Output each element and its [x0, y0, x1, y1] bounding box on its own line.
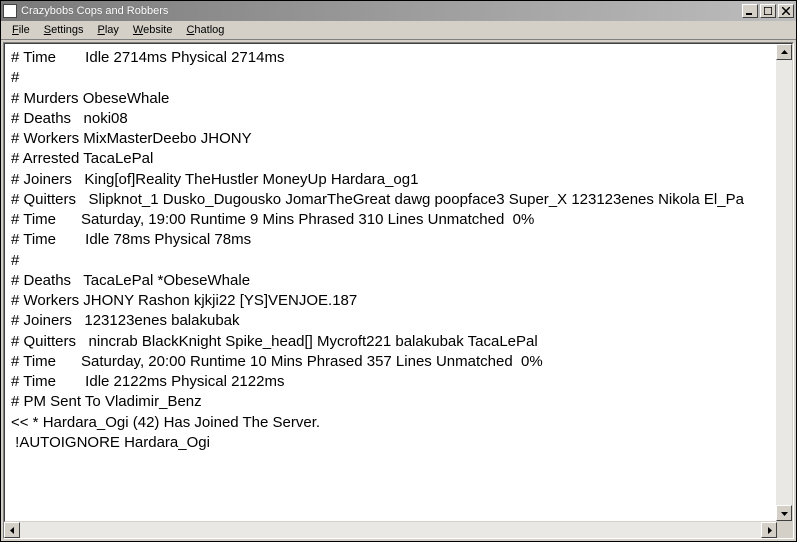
menubar: File Settings Play Website Chatlog: [1, 21, 796, 40]
menu-label: lay: [105, 24, 119, 36]
titlebar-buttons: [740, 4, 794, 18]
horizontal-scrollbar[interactable]: [4, 522, 777, 538]
menu-settings[interactable]: Settings: [37, 22, 91, 38]
hscroll-row: [4, 522, 793, 538]
log-line: # Time Saturday, 19:00 Runtime 9 Mins Ph…: [11, 210, 770, 230]
menu-label: ebsite: [143, 24, 172, 36]
log-line: # Quitters nincrab BlackKnight Spike_hea…: [11, 332, 770, 352]
scroll-left-button[interactable]: [4, 522, 20, 538]
maximize-button[interactable]: [760, 4, 776, 18]
log-line: #: [11, 251, 770, 271]
chevron-down-icon: [781, 510, 788, 517]
log-line: # Workers JHONY Rashon kjkji22 [YS]VENJO…: [11, 291, 770, 311]
window-title: Crazybobs Cops and Robbers: [21, 5, 740, 17]
log-line: !AUTOIGNORE Hardara_Ogi: [11, 433, 770, 453]
log-line: # Deaths noki08: [11, 109, 770, 129]
log-line: # Time Idle 2122ms Physical 2122ms: [11, 372, 770, 392]
log-line: # Joiners King[of]Reality TheHustler Mon…: [11, 170, 770, 190]
content-inner: # Time Idle 2714ms Physical 2714ms## Mur…: [4, 43, 793, 522]
menu-label: hatlog: [194, 24, 224, 36]
log-line: # Workers MixMasterDeebo JHONY: [11, 129, 770, 149]
log-line: # Murders ObeseWhale: [11, 89, 770, 109]
log-line: # Time Idle 78ms Physical 78ms: [11, 230, 770, 250]
scroll-right-button[interactable]: [761, 522, 777, 538]
log-line: # Quitters Slipknot_1 Dusko_Dugousko Jom…: [11, 190, 770, 210]
menu-play[interactable]: Play: [91, 22, 126, 38]
content-frame: # Time Idle 2714ms Physical 2714ms## Mur…: [3, 42, 794, 539]
titlebar: Crazybobs Cops and Robbers: [1, 1, 796, 21]
log-line: # PM Sent To Vladimir_Benz: [11, 392, 770, 412]
log-line: << * Hardara_Ogi (42) Has Joined The Ser…: [11, 413, 770, 433]
scroll-down-button[interactable]: [776, 505, 792, 521]
menu-file[interactable]: File: [5, 22, 37, 38]
app-window: Crazybobs Cops and Robbers File Settings…: [0, 0, 797, 542]
close-icon: [782, 7, 790, 15]
menu-label: ettings: [51, 24, 83, 36]
chevron-left-icon: [9, 527, 16, 534]
scroll-up-button[interactable]: [776, 44, 792, 60]
minimize-icon: [746, 7, 754, 15]
log-line: # Time Saturday, 20:00 Runtime 10 Mins P…: [11, 352, 770, 372]
vscroll-track[interactable]: [776, 60, 792, 505]
log-line: # Deaths TacaLePal *ObeseWhale: [11, 271, 770, 291]
log-line: # Arrested TacaLePal: [11, 149, 770, 169]
close-button[interactable]: [778, 4, 794, 18]
chevron-up-icon: [781, 49, 788, 56]
size-grip[interactable]: [777, 522, 793, 538]
log-line: # Joiners 123123enes balakubak: [11, 311, 770, 331]
minimize-button[interactable]: [742, 4, 758, 18]
hscroll-track[interactable]: [20, 522, 761, 538]
log-line: # Time Idle 2714ms Physical 2714ms: [11, 48, 770, 68]
menu-label: ile: [19, 24, 30, 36]
app-icon: [3, 4, 17, 18]
menu-chatlog[interactable]: Chatlog: [179, 22, 231, 38]
chevron-right-icon: [766, 527, 773, 534]
vertical-scrollbar[interactable]: [776, 44, 792, 521]
menu-website[interactable]: Website: [126, 22, 180, 38]
log-line: #: [11, 68, 770, 88]
maximize-icon: [764, 7, 772, 15]
log-textarea[interactable]: # Time Idle 2714ms Physical 2714ms## Mur…: [5, 44, 776, 521]
